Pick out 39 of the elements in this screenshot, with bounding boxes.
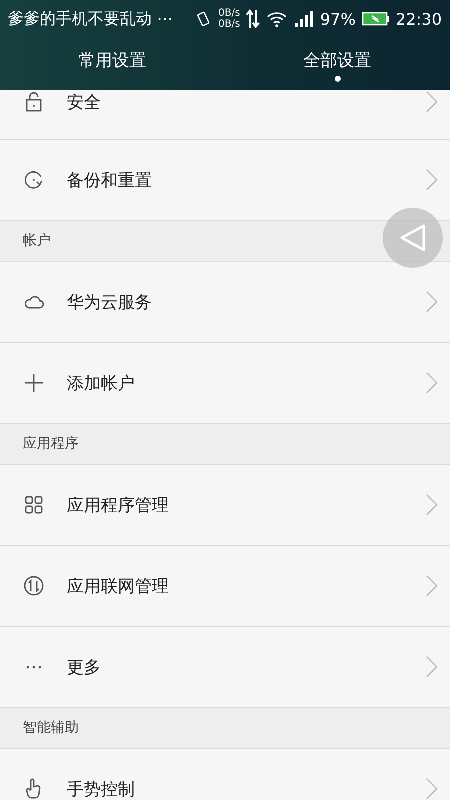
chevron-icon bbox=[426, 494, 438, 516]
battery-icon bbox=[362, 11, 390, 27]
back-icon bbox=[400, 224, 426, 252]
settings-item[interactable]: 应用程序管理 bbox=[0, 465, 450, 546]
chevron-icon bbox=[426, 372, 438, 394]
chevron-icon bbox=[426, 91, 438, 113]
section-title: 智能辅助 bbox=[23, 719, 79, 737]
backup-icon bbox=[23, 169, 45, 191]
plus-icon bbox=[23, 372, 45, 394]
clock: 22:30 bbox=[396, 10, 442, 28]
chevron-icon bbox=[426, 575, 438, 597]
chevron-icon bbox=[426, 778, 438, 800]
chevron-icon bbox=[426, 291, 438, 313]
battery-percent: 97% bbox=[320, 10, 356, 28]
item-label: 手势控制 bbox=[67, 778, 136, 800]
item-label: 安全 bbox=[67, 92, 102, 114]
settings-item[interactable]: 应用联网管理 bbox=[0, 546, 450, 627]
data-arrows-icon bbox=[246, 8, 260, 30]
chevron-icon bbox=[426, 656, 438, 678]
item-label: 华为云服务 bbox=[67, 292, 153, 314]
section-title: 帐户 bbox=[23, 232, 51, 250]
chevron-icon bbox=[426, 169, 438, 191]
item-label: 备份和重置 bbox=[67, 170, 153, 192]
notification-text: 爹爹的手机不要乱动 ⋯ bbox=[8, 8, 174, 30]
item-label: 应用联网管理 bbox=[67, 576, 170, 598]
signal-icon bbox=[294, 11, 314, 27]
download-speed: 0B/s bbox=[218, 19, 240, 30]
tab[interactable]: 全部设置 bbox=[225, 38, 450, 90]
item-label: 更多 bbox=[67, 656, 102, 678]
settings-item[interactable]: 手势控制 bbox=[0, 749, 450, 800]
network-icon bbox=[23, 575, 45, 597]
tab[interactable]: 常用设置 bbox=[0, 38, 225, 90]
item-label: 添加帐户 bbox=[67, 372, 136, 394]
grid-icon bbox=[23, 494, 45, 516]
section-title: 应用程序 bbox=[23, 435, 79, 453]
settings-item[interactable]: 安全 bbox=[0, 90, 450, 140]
item-label: 应用程序管理 bbox=[67, 494, 170, 516]
wifi-icon bbox=[266, 10, 288, 28]
upload-speed: 0B/s bbox=[218, 8, 240, 19]
